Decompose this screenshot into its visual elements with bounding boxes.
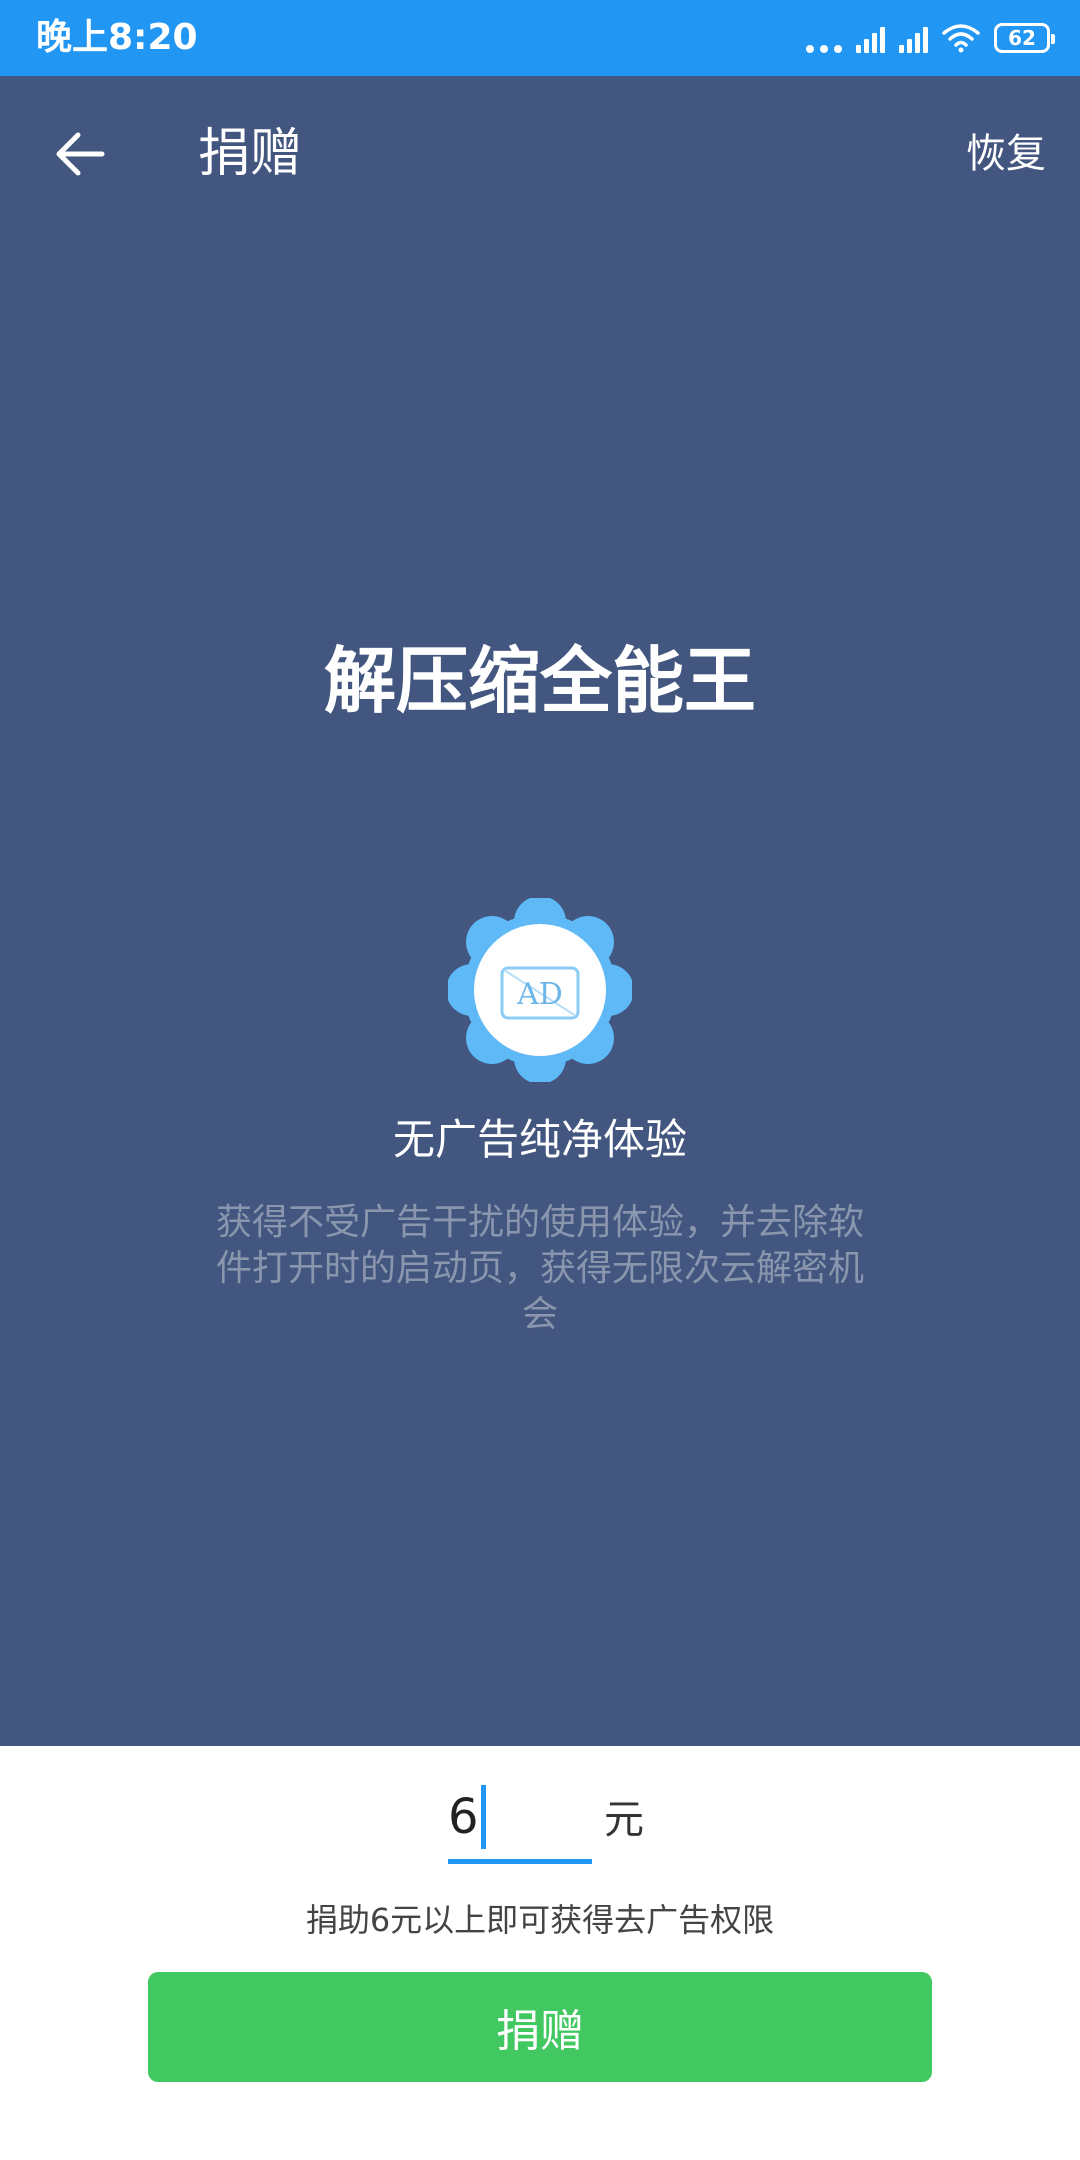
battery-icon: 62 [994,23,1055,53]
donate-button[interactable]: 捐赠 [148,1972,932,2082]
badge-text: AD [516,977,563,1012]
donate-hint: 捐助6元以上即可获得去广告权限 [305,1901,775,1939]
signal-icon [899,23,928,53]
battery-level: 62 [1008,26,1036,50]
amount-input[interactable]: 6 [448,1774,592,1864]
top-app-bar: 捐赠 恢复 [0,76,1080,232]
back-button[interactable] [44,118,116,190]
wifi-icon [942,24,980,53]
page-title: 捐赠 [198,124,303,184]
amount-value: 6 [448,1788,479,1845]
arrow-left-icon [56,132,105,176]
app-name: 解压缩全能王 [323,639,756,723]
feature-description: 获得不受广告干扰的使用体验，并去除软件打开时的启动页，获得无限次云解密机会 [215,1202,864,1335]
amount-unit: 元 [604,1797,644,1843]
signal-icon [856,23,885,53]
status-time: 晚上8:20 [36,17,198,58]
status-icons: 62 [806,18,1055,58]
feature-title: 无广告纯净体验 [392,1115,687,1164]
donate-screen: 晚上8:20 62 捐赠 恢复 解压缩全能王 AD 无广告纯净体验 获得不受广告… [0,0,1080,2160]
restore-button[interactable]: 恢复 [966,128,1046,180]
ad-badge-icon: AD [448,898,632,1082]
status-bar: 晚上8:20 62 [0,0,1080,76]
text-caret [480,1784,486,1849]
more-dots-icon [806,23,842,53]
hero-section: 捐赠 恢复 解压缩全能王 AD 无广告纯净体验 获得不受广告干扰的使用体验，并去… [0,76,1080,1746]
donate-panel: 6 元 捐助6元以上即可获得去广告权限 捐赠 [0,1746,1080,2160]
